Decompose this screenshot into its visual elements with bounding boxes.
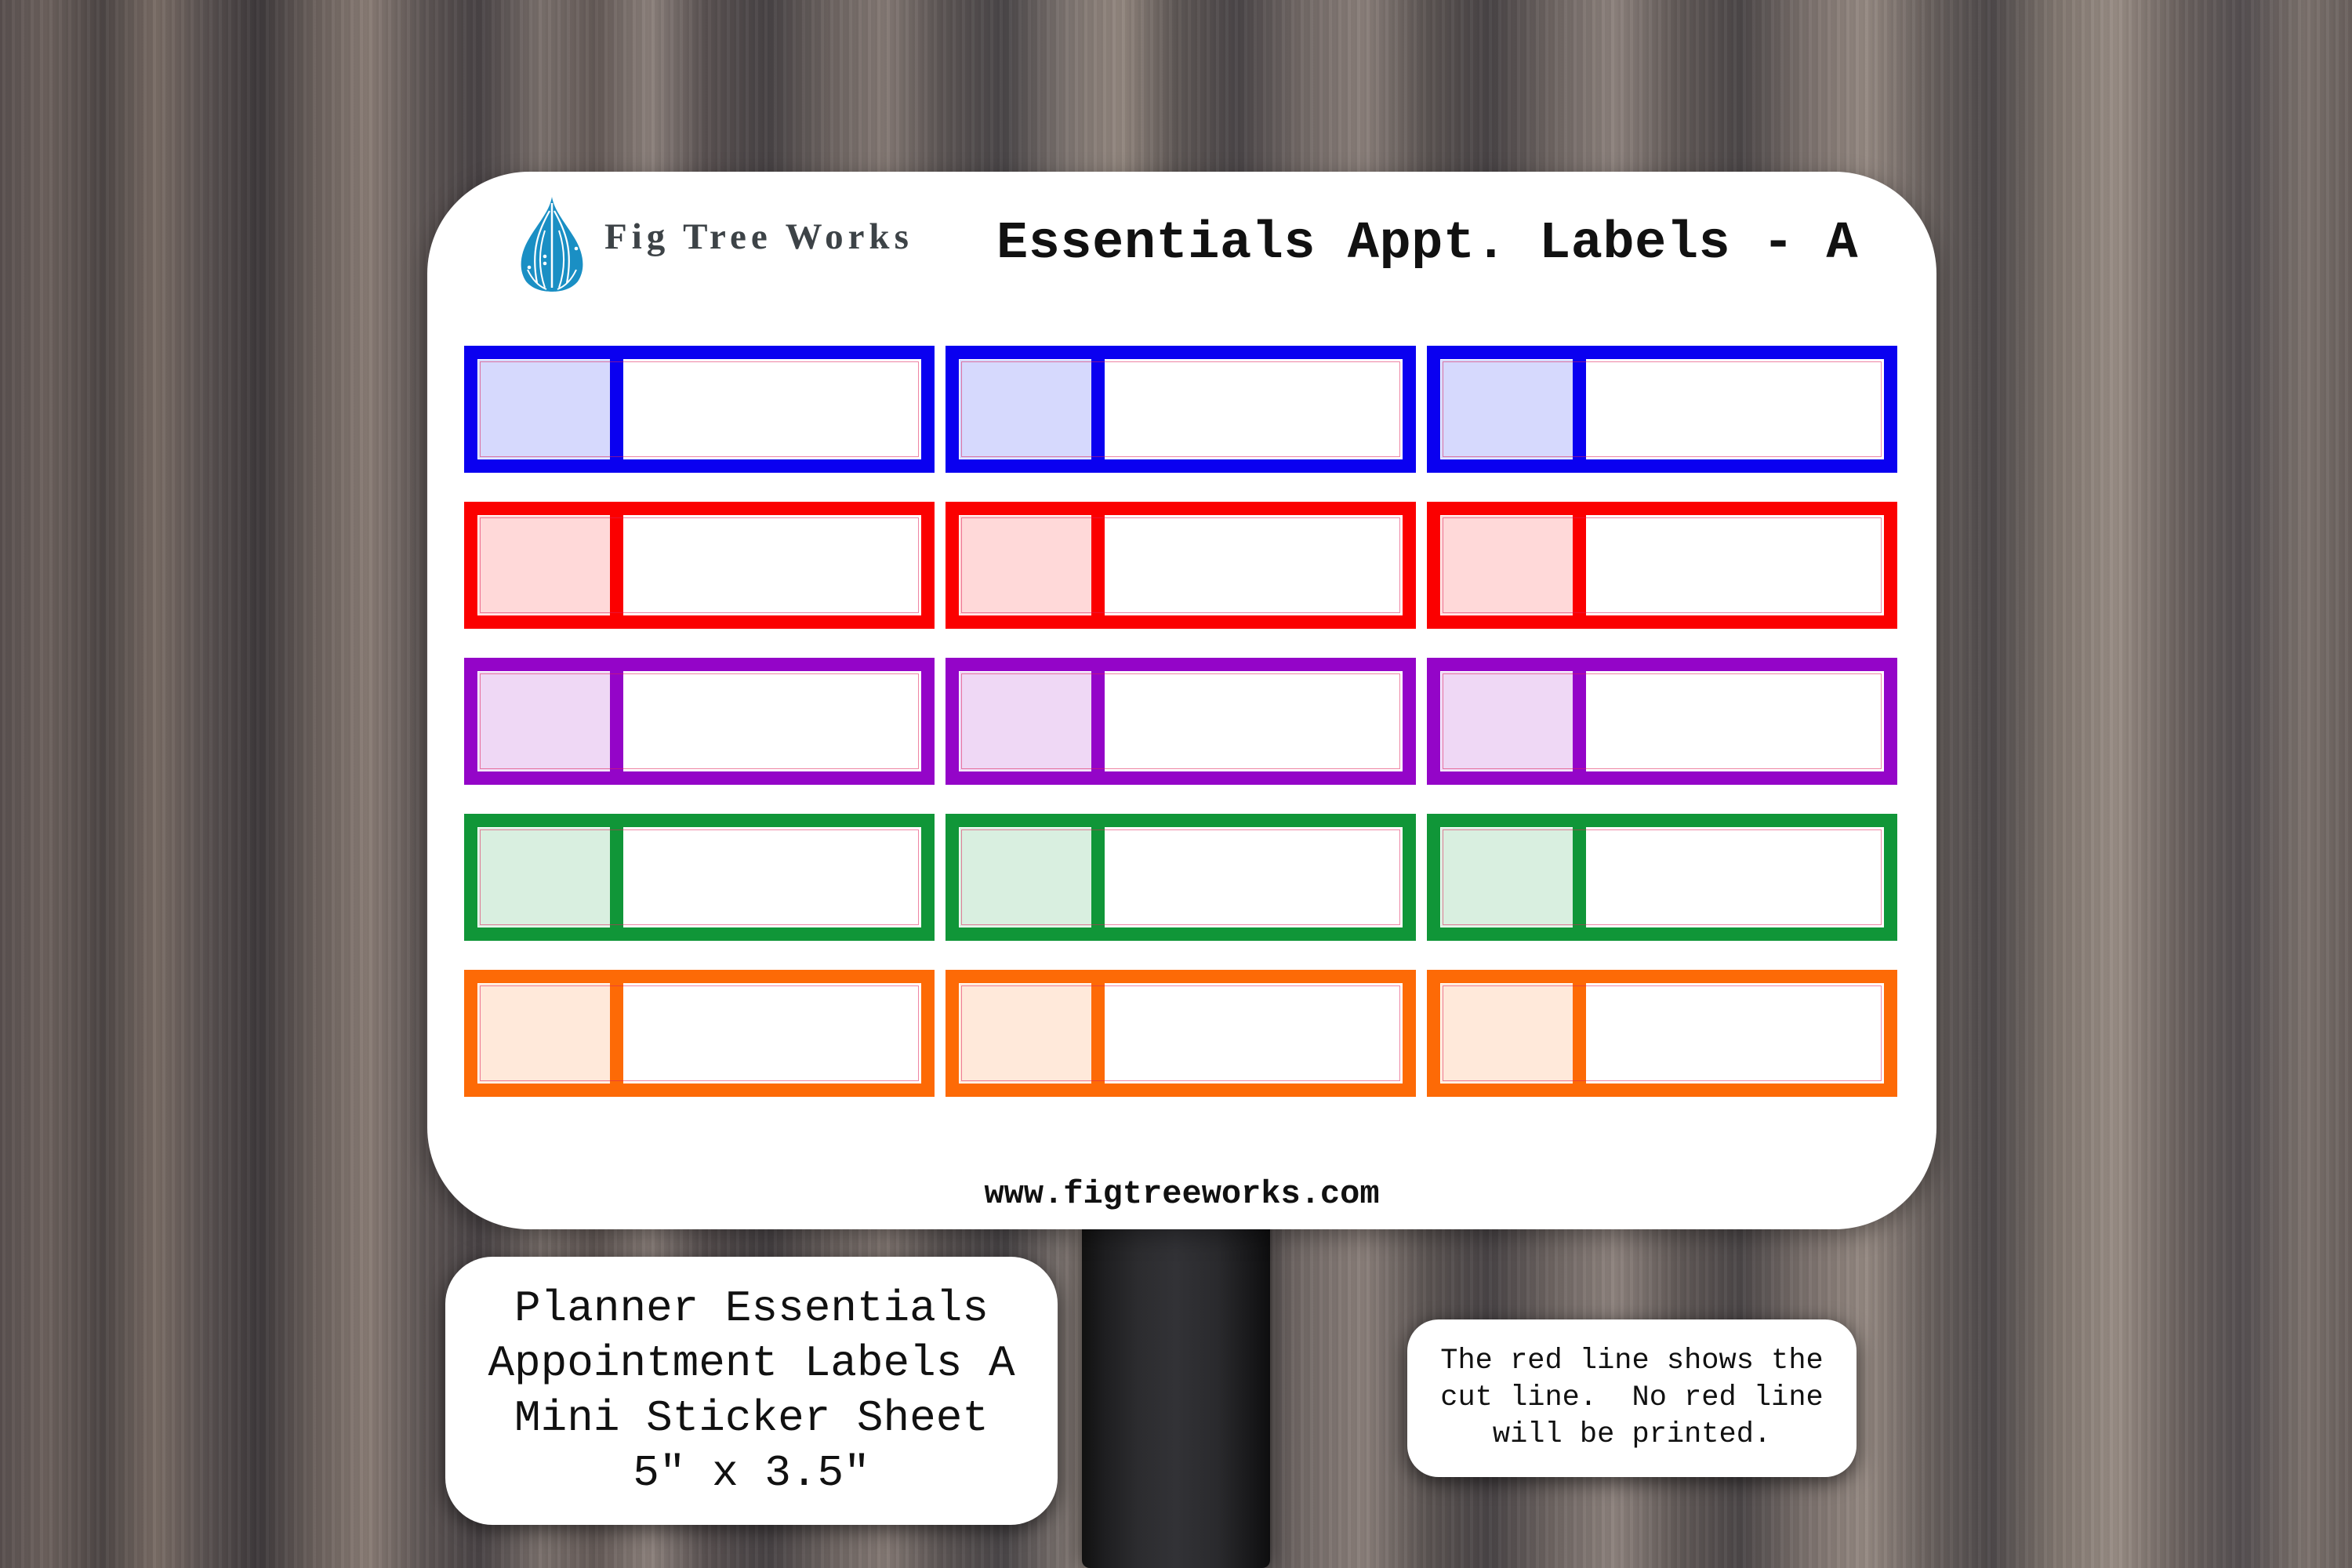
label-green xyxy=(464,814,935,941)
label-color-swatch xyxy=(960,360,1091,459)
label-color-swatch xyxy=(478,360,610,459)
label-blue xyxy=(946,346,1416,473)
label-blue xyxy=(1427,346,1897,473)
label-purple xyxy=(1427,658,1897,785)
product-info-card: Planner Essentials Appointment Labels A … xyxy=(445,1257,1058,1525)
label-divider xyxy=(610,671,623,771)
sticker-sheet: Fig Tree Works Essentials Appt. Labels -… xyxy=(427,172,1936,1229)
label-color-swatch xyxy=(478,828,610,927)
sheet-stand xyxy=(1082,1229,1270,1568)
product-info-line: Mini Sticker Sheet xyxy=(514,1393,989,1443)
sheet-title: Essentials Appt. Labels - A xyxy=(996,214,1859,274)
label-write-area xyxy=(1586,827,1884,927)
label-color-swatch xyxy=(478,516,610,615)
fig-drop-icon xyxy=(521,197,583,292)
brand-name: Fig Tree Works xyxy=(604,216,913,257)
label-write-area xyxy=(1105,515,1403,615)
label-write-area xyxy=(623,983,921,1083)
label-write-area xyxy=(623,359,921,459)
label-divider xyxy=(1573,359,1586,459)
label-color-swatch xyxy=(478,984,610,1083)
label-divider xyxy=(1091,983,1105,1083)
label-divider xyxy=(610,983,623,1083)
label-orange xyxy=(946,970,1416,1097)
label-divider xyxy=(1091,515,1105,615)
website-url: www.figtreeworks.com xyxy=(984,1175,1380,1213)
label-orange xyxy=(464,970,935,1097)
label-write-area xyxy=(623,827,921,927)
note-line: The red line shows the xyxy=(1440,1345,1824,1377)
label-write-area xyxy=(1105,671,1403,771)
label-color-swatch xyxy=(1441,984,1573,1083)
label-color-swatch xyxy=(1441,672,1573,771)
label-color-swatch xyxy=(1441,828,1573,927)
label-blue xyxy=(464,346,935,473)
label-orange xyxy=(1427,970,1897,1097)
label-divider xyxy=(1573,827,1586,927)
label-green xyxy=(1427,814,1897,941)
note-line: will be printed. xyxy=(1492,1418,1772,1451)
label-write-area xyxy=(1586,983,1884,1083)
label-divider xyxy=(1091,827,1105,927)
label-divider xyxy=(610,515,623,615)
product-info-line: Appointment Labels A xyxy=(488,1338,1015,1388)
label-color-swatch xyxy=(960,516,1091,615)
label-color-swatch xyxy=(1441,360,1573,459)
label-write-area xyxy=(1105,827,1403,927)
label-color-swatch xyxy=(960,672,1091,771)
label-divider xyxy=(1573,671,1586,771)
label-write-area xyxy=(1586,671,1884,771)
label-purple xyxy=(946,658,1416,785)
label-divider xyxy=(610,827,623,927)
label-write-area xyxy=(1105,359,1403,459)
label-divider xyxy=(610,359,623,459)
label-write-area xyxy=(623,515,921,615)
label-divider xyxy=(1091,671,1105,771)
label-red xyxy=(464,502,935,629)
product-info-line: Planner Essentials xyxy=(514,1283,989,1334)
label-color-swatch xyxy=(960,984,1091,1083)
label-divider xyxy=(1091,359,1105,459)
cut-line-note-card: The red line shows the cut line. No red … xyxy=(1407,1319,1857,1477)
label-color-swatch xyxy=(1441,516,1573,615)
label-write-area xyxy=(1586,515,1884,615)
label-write-area xyxy=(1105,983,1403,1083)
label-purple xyxy=(464,658,935,785)
label-write-area xyxy=(623,671,921,771)
label-color-swatch xyxy=(478,672,610,771)
note-line: cut line. No red line xyxy=(1440,1381,1824,1414)
label-write-area xyxy=(1586,359,1884,459)
label-green xyxy=(946,814,1416,941)
label-red xyxy=(1427,502,1897,629)
label-divider xyxy=(1573,983,1586,1083)
label-divider xyxy=(1573,515,1586,615)
label-color-swatch xyxy=(960,828,1091,927)
label-red xyxy=(946,502,1416,629)
product-info-line: 5" x 3.5" xyxy=(633,1448,870,1498)
